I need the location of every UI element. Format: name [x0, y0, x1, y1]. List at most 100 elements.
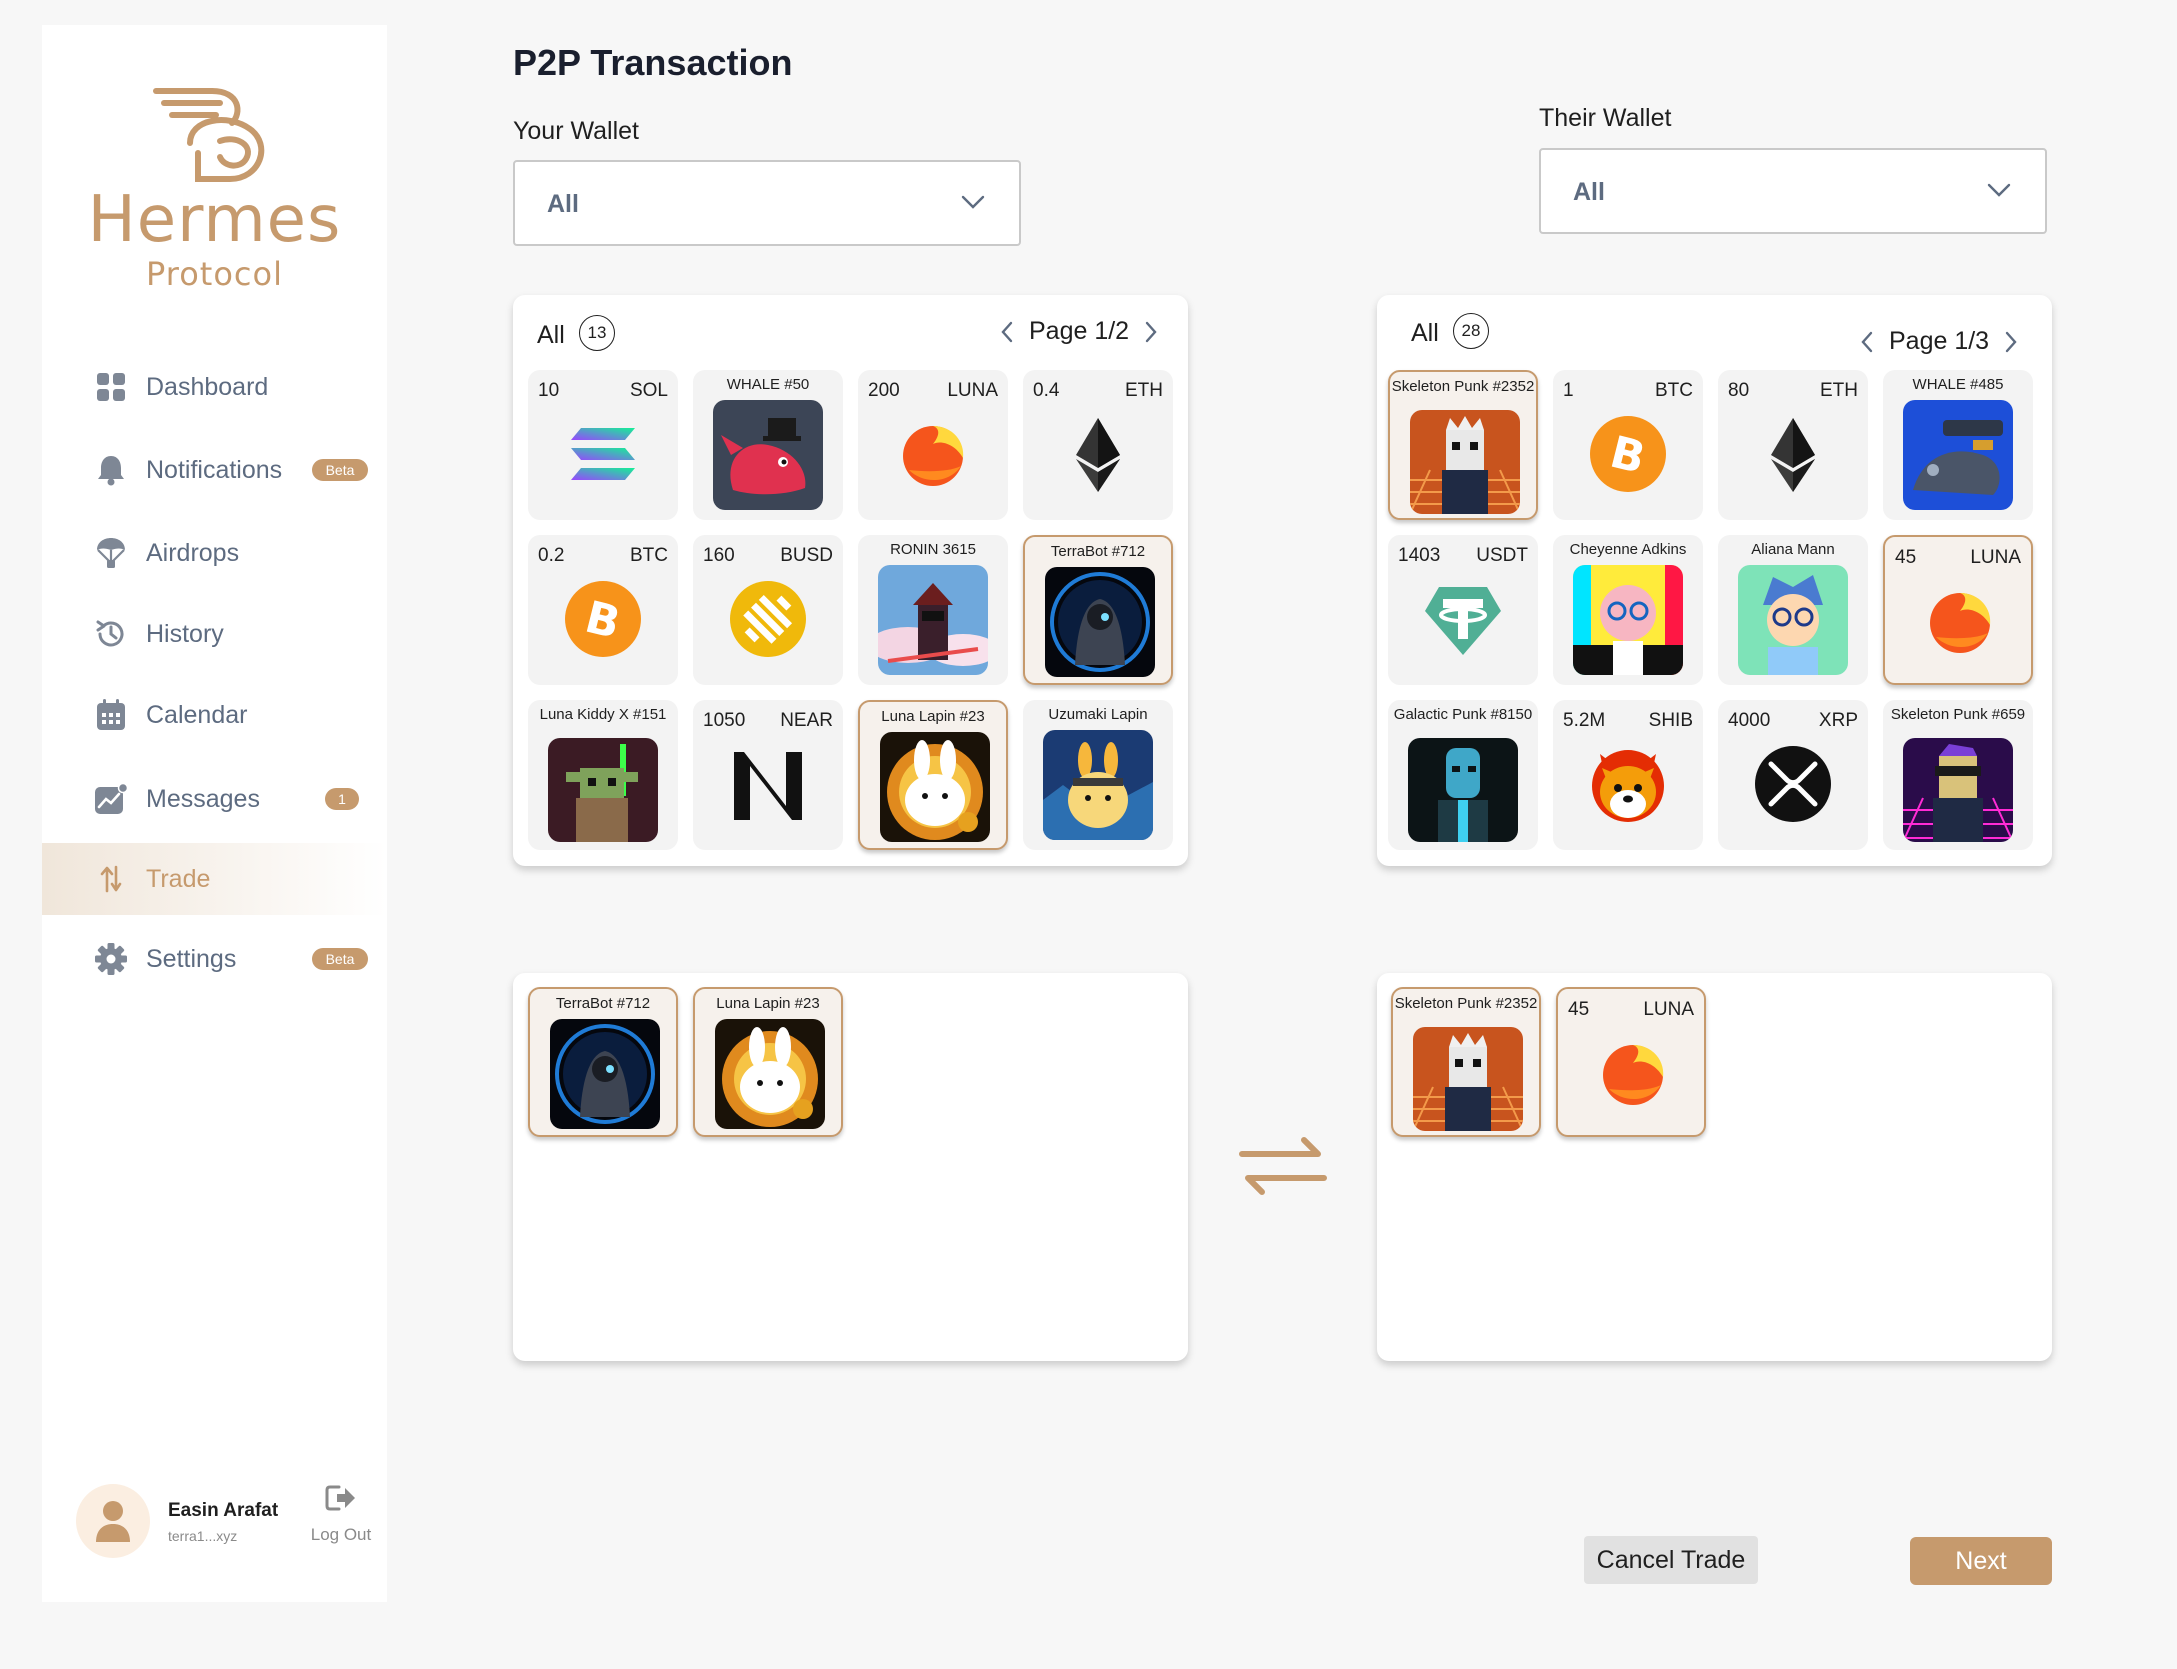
nft-name: Aliana Mann — [1751, 541, 1835, 558]
nft-card[interactable]: Skeleton Punk #659 — [1883, 700, 2033, 850]
bitcoin-icon: B — [565, 581, 641, 657]
shiba-icon — [1592, 750, 1664, 822]
user-name: Easin Arafat — [168, 1500, 279, 1521]
nft-card[interactable]: Skeleton Punk #2352 — [1388, 370, 1538, 520]
their-wallet-select[interactable]: All — [1539, 148, 2047, 234]
cancel-trade-button[interactable]: Cancel Trade — [1584, 1536, 1758, 1584]
sidebar-item-label: History — [146, 619, 224, 648]
sidebar-item-label: Trade — [146, 864, 211, 893]
sidebar-item-label: Dashboard — [146, 372, 269, 401]
chevron-down-icon — [1987, 183, 2011, 197]
nft-card[interactable]: WHALE #485 — [1883, 370, 2033, 520]
your-offer-panel: TerraBot #712 Luna Lapin #23 — [513, 973, 1188, 1361]
nft-card[interactable]: TerraBot #712 — [1023, 535, 1173, 685]
hermes-wing-icon — [152, 88, 264, 182]
nft-card[interactable]: Luna Kiddy X #151 — [528, 700, 678, 850]
brand-logo: Hermes Protocol — [42, 83, 387, 293]
sidebar-item-calendar[interactable]: Calendar — [42, 679, 387, 751]
item-count-badge: 28 — [1453, 313, 1489, 349]
page-indicator: Page 1/3 — [1889, 327, 1990, 355]
filter-all-label[interactable]: All — [537, 321, 565, 350]
nft-card[interactable]: Uzumaki Lapin — [1023, 700, 1173, 850]
nft-card[interactable]: WHALE #50 — [693, 370, 843, 520]
filter-all-label[interactable]: All — [1411, 319, 1439, 348]
offer-nft-card[interactable]: Skeleton Punk #2352 — [1391, 987, 1541, 1137]
nft-name: TerraBot #712 — [1050, 543, 1146, 560]
token-symbol: BUSD — [780, 545, 833, 566]
nft-card[interactable]: Luna Lapin #23 — [858, 700, 1008, 850]
brand-name: Hermes — [87, 183, 342, 257]
skeleton-punk-nft-image — [1410, 410, 1520, 514]
token-amount: 4000 — [1728, 710, 1771, 731]
logout-button[interactable]: Log Out — [306, 1484, 376, 1545]
uzumaki-nft-image — [1043, 730, 1153, 840]
sidebar-item-notifications[interactable]: Notifications Beta — [42, 434, 387, 506]
xrp-icon — [1755, 746, 1831, 822]
nft-name: Luna Kiddy X #151 — [539, 706, 667, 723]
lapin-nft-image — [880, 732, 990, 842]
nft-card[interactable]: Aliana Mann — [1718, 535, 1868, 685]
nft-name: Luna Lapin #23 — [881, 708, 985, 725]
bitcoin-icon: B — [1590, 416, 1666, 492]
terra-luna-icon — [1603, 1045, 1664, 1105]
offer-nft-card[interactable]: TerraBot #712 — [528, 987, 678, 1137]
pagination: Page 1/3 — [1855, 327, 2023, 356]
nft-card[interactable]: Cheyenne Adkins — [1553, 535, 1703, 685]
chevron-left-icon — [1861, 331, 1873, 352]
sidebar-item-label: Notifications — [146, 455, 283, 484]
trade-arrows-icon — [94, 862, 128, 896]
asset-card[interactable]: 45 LUNA — [1883, 535, 2033, 685]
your-wallet-label: Your Wallet — [513, 117, 639, 145]
prev-page-button[interactable] — [1855, 328, 1879, 356]
user-profile: Easin Arafat terra1...xyz Log Out — [76, 1484, 376, 1560]
bell-icon — [94, 453, 128, 487]
beta-badge: Beta — [312, 459, 368, 481]
their-offer-panel: Skeleton Punk #2352 45 LUNA — [1377, 973, 2052, 1361]
asset-card[interactable]: 200 LUNA — [858, 370, 1008, 520]
next-page-button[interactable] — [1999, 328, 2023, 356]
nft-name: Skeleton Punk #2352 — [1394, 995, 1538, 1012]
asset-card[interactable]: 0.4 ETH — [1023, 370, 1173, 520]
token-amount: 0.4 — [1033, 380, 1060, 401]
page-title: P2P Transaction — [513, 42, 793, 83]
next-page-button[interactable] — [1139, 318, 1163, 346]
avatar[interactable] — [76, 1484, 150, 1558]
skeleton-punk-2-nft-image — [1903, 738, 2013, 842]
asset-card[interactable]: 1 BTC B — [1553, 370, 1703, 520]
asset-card[interactable]: 10 SOL — [528, 370, 678, 520]
terrabot-nft-image — [1045, 567, 1155, 677]
asset-card[interactable]: 4000 XRP — [1718, 700, 1868, 850]
nft-card[interactable]: RONIN 3615 — [858, 535, 1008, 685]
next-button[interactable]: Next — [1910, 1537, 2052, 1585]
sidebar-item-airdrops[interactable]: Airdrops — [42, 517, 387, 589]
nft-name: Skeleton Punk #659 — [1890, 706, 2026, 723]
asset-card[interactable]: 1403 USDT — [1388, 535, 1538, 685]
offer-nft-card[interactable]: Luna Lapin #23 — [693, 987, 843, 1137]
asset-card[interactable]: 160 BUSD — [693, 535, 843, 685]
token-amount: 0.2 — [538, 545, 565, 566]
near-icon — [734, 752, 802, 820]
your-offer-list: TerraBot #712 Luna Lapin #23 — [528, 987, 843, 1137]
asset-card[interactable]: 1050 NEAR — [693, 700, 843, 850]
asset-card[interactable]: 80 ETH — [1718, 370, 1868, 520]
token-symbol: LUNA — [1643, 999, 1694, 1020]
sidebar-item-dashboard[interactable]: Dashboard — [42, 351, 387, 423]
yoda-nft-image — [548, 738, 658, 842]
their-wallet-grid: Skeleton Punk #2352 1 BTC B 80 ETH WHALE… — [1388, 370, 2033, 850]
offer-asset-card[interactable]: 45 LUNA — [1556, 987, 1706, 1137]
sidebar-item-messages[interactable]: Messages 1 — [42, 763, 387, 835]
your-wallet-select[interactable]: All — [513, 160, 1021, 246]
nft-name: Galactic Punk #8150 — [1393, 706, 1533, 723]
sidebar-item-label: Airdrops — [146, 538, 240, 567]
prev-page-button[interactable] — [995, 318, 1019, 346]
sidebar-item-settings[interactable]: Settings Beta — [42, 923, 387, 995]
nft-card[interactable]: Galactic Punk #8150 — [1388, 700, 1538, 850]
asset-card[interactable]: 5.2M SHIB — [1553, 700, 1703, 850]
ethereum-icon — [1076, 418, 1120, 492]
sidebar-item-history[interactable]: History — [42, 598, 387, 670]
ethereum-icon — [1771, 418, 1815, 492]
user-icon — [96, 1501, 130, 1542]
grid-icon — [94, 370, 128, 404]
asset-card[interactable]: 0.2 BTC B — [528, 535, 678, 685]
sidebar-item-trade[interactable]: Trade — [42, 843, 387, 915]
